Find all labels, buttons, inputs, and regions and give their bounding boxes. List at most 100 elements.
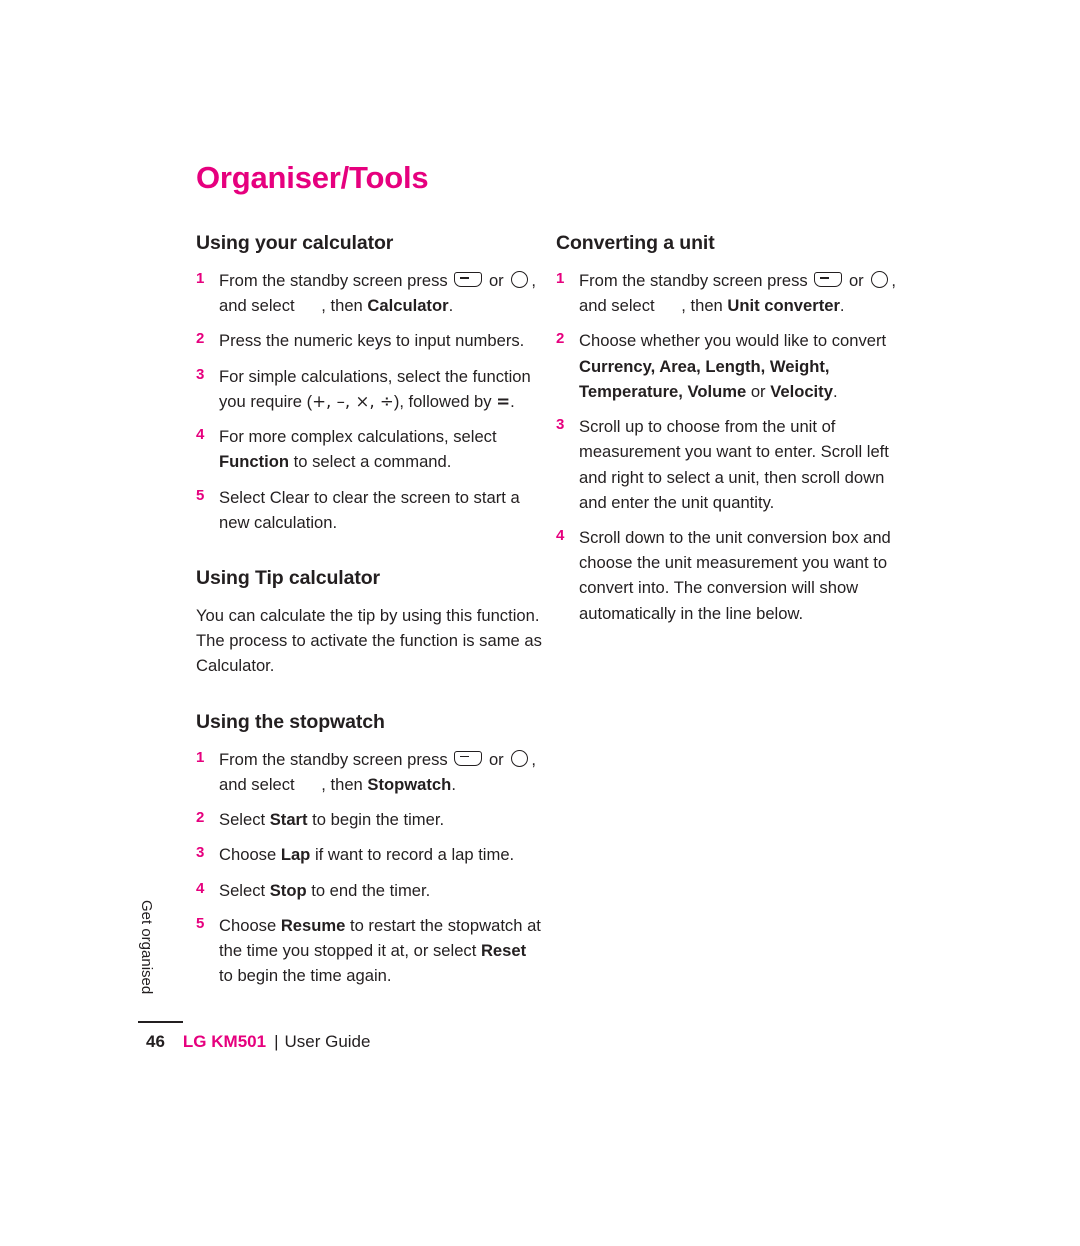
text-run: Choose (219, 845, 281, 865)
math-operators: +, –, ×, ÷ (312, 391, 394, 411)
text-run: to end the timer. (306, 880, 431, 900)
text-run: , then (321, 296, 368, 316)
text-run: Scroll up to choose from the unit of mea… (579, 417, 889, 512)
body-paragraph: You can calculate the tip by using this … (196, 605, 542, 676)
step-number: 4 (196, 879, 205, 897)
side-rule-divider (138, 1021, 183, 1023)
step-item: 2 Press the numeric keys to input numbers… (196, 328, 544, 353)
circle-key-icon (511, 749, 529, 767)
step-number: 5 (196, 486, 205, 504)
manual-page: Organiser/Tools Using your calculator 1 Fr… (0, 0, 1080, 1246)
step-item: 1 From the standby screen press or , and … (196, 747, 544, 797)
text-run: From the standby screen press (219, 749, 453, 769)
soft-key-icon (454, 272, 483, 287)
text-run: . (451, 774, 456, 794)
emphasis-text: Velocity (770, 381, 833, 401)
text-run: . (448, 296, 454, 316)
step-list: 1 From the standby screen press or , and … (196, 268, 544, 535)
text-run: to select a command. (289, 452, 452, 472)
text-run: or (484, 271, 509, 290)
step-number: 3 (196, 844, 205, 862)
footer-guide-label: User Guide (284, 1032, 371, 1051)
text-run: or (746, 381, 771, 401)
step-number: 2 (196, 809, 205, 827)
emphasis-text: Unit converter (727, 296, 840, 316)
text-run: Choose (219, 915, 281, 935)
step-number: 4 (556, 526, 565, 544)
step-item: 5 Choose Resume to restart the stopwatch … (196, 913, 544, 989)
left-column: Using your calculator 1 From the standby s… (196, 232, 544, 998)
section-heading: Converting a unit (556, 232, 715, 254)
sections-left: Using your calculator 1 From the standby s… (196, 232, 544, 988)
text-run: ), followed by (393, 391, 497, 411)
page-footer: 46 LG KM501 | User Guide (146, 1032, 370, 1052)
step-item: 2 Select Start to begin the timer. (196, 807, 544, 832)
step-number: 1 (196, 748, 205, 766)
text-run: Select (219, 810, 270, 830)
text-run: , then (681, 296, 728, 316)
section-heading: Using your calculator (196, 232, 394, 254)
step-number: 3 (556, 416, 565, 434)
step-item: 3 Choose Lap if want to record a lap time… (196, 842, 544, 867)
step-number: 2 (196, 330, 205, 348)
step-number: 3 (196, 365, 205, 383)
text-run: . (510, 391, 515, 411)
emphasis-text: Calculator (367, 296, 449, 316)
emphasis-text: Stopwatch (367, 774, 452, 794)
text-run: to begin the timer. (307, 810, 445, 830)
text-run: Scroll down to the unit conversion box a… (579, 527, 891, 623)
circle-key-icon (871, 271, 889, 288)
footer-brand: LG KM501 (182, 1032, 267, 1051)
section-heading: Using the stopwatch (196, 710, 385, 733)
emphasis-text: Resume (280, 915, 346, 935)
text-run: For more complex calculations, select (219, 427, 497, 447)
text-run: From the standby screen press (219, 271, 453, 290)
step-list: 1 From the standby screen press or , and … (556, 268, 916, 626)
section-heading: Using Tip calculator (196, 566, 381, 589)
step-number: 1 (556, 270, 565, 287)
math-equals: = (496, 391, 511, 411)
side-tab-text: Get organised (138, 900, 155, 995)
text-run: , then (321, 774, 368, 794)
step-number: 5 (196, 914, 205, 932)
text-run: . (832, 381, 838, 401)
step-item: 5 Select Clear to clear the screen to sta… (196, 485, 544, 535)
step-number: 2 (556, 330, 565, 348)
step-item: 4 Select Stop to end the timer. (196, 878, 544, 903)
side-tab-label: Get organised (135, 900, 159, 1040)
text-run: if want to record a lap time. (310, 845, 515, 865)
emphasis-text: Lap (280, 845, 311, 865)
footer-page-number: 46 (146, 1032, 165, 1051)
step-item: 4 Scroll down to the unit conversion box … (556, 525, 916, 626)
step-item: 1 From the standby screen press or , and … (196, 268, 544, 318)
text-run: or (484, 749, 509, 769)
step-item: 3 For simple calculations, select the fun… (196, 364, 544, 414)
emphasis-text: Reset (480, 940, 527, 960)
emphasis-text: Start (269, 810, 308, 830)
soft-key-icon (454, 750, 483, 766)
text-run: or (844, 271, 869, 290)
emphasis-text: Function (219, 452, 290, 472)
text-run: . (839, 296, 845, 316)
text-run: Press the numeric keys to input numbers. (219, 331, 525, 351)
step-item: 2 Choose whether you would like to conver… (556, 328, 916, 404)
step-list: 1 From the standby screen press or , and … (196, 747, 544, 989)
step-item: 3 Scroll up to choose from the unit of me… (556, 414, 916, 515)
sections-right: Converting a unit 1 From the standby scree… (556, 232, 916, 626)
step-number: 4 (196, 426, 205, 444)
text-run: to begin the time again. (219, 966, 392, 986)
step-item: 4 For more complex calculations, select F… (196, 424, 544, 474)
page-title: Organiser/Tools (196, 160, 429, 195)
emphasis-text: Stop (269, 880, 307, 900)
text-run: Select Clear to clear the screen to star… (219, 487, 520, 532)
text-run: From the standby screen press (579, 271, 813, 290)
text-run: Choose whether you would like to convert (579, 331, 887, 351)
step-number: 1 (196, 270, 205, 287)
text-run: Select (219, 880, 270, 900)
soft-key-icon (814, 272, 843, 287)
right-column: Converting a unit 1 From the standby scree… (556, 232, 916, 636)
footer-separator: | (274, 1032, 279, 1051)
circle-key-icon (511, 271, 529, 288)
